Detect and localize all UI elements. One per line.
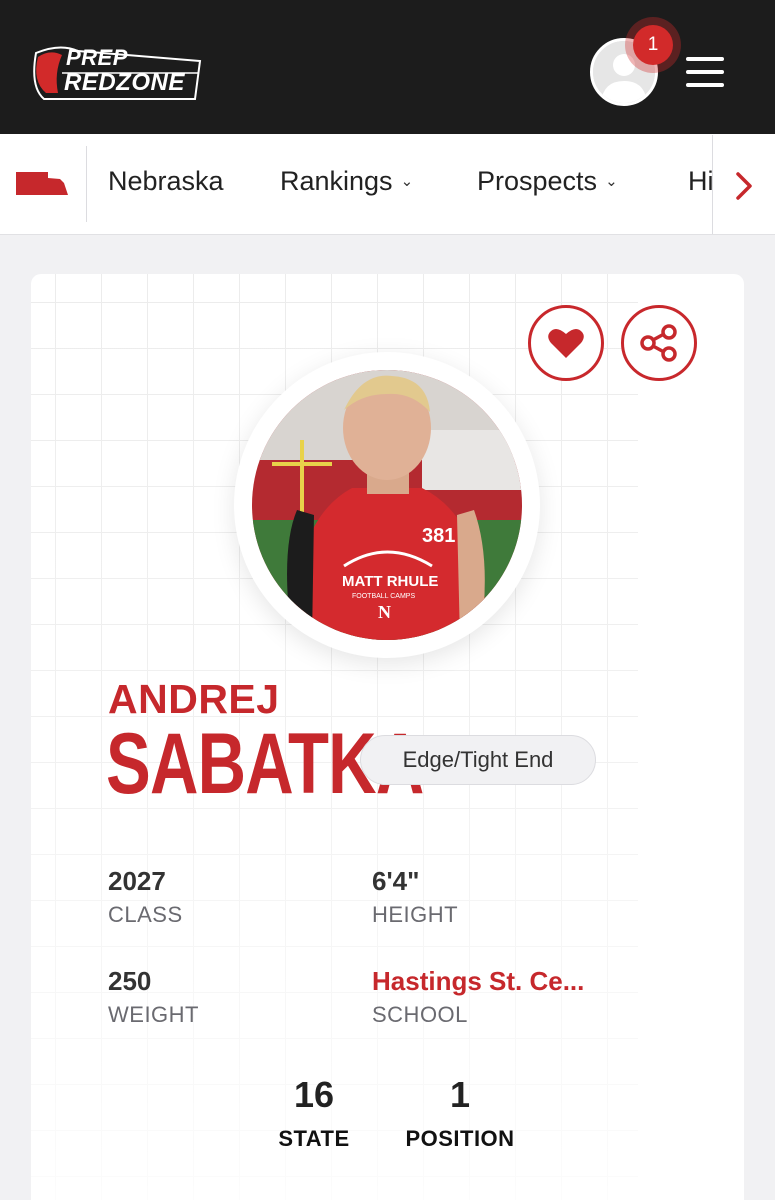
subnav-item-prospects[interactable]: Prospects ⌄ <box>477 166 618 197</box>
photo-shirt-number: 381 <box>422 525 455 547</box>
chevron-right-icon <box>736 172 752 200</box>
chevron-down-icon: ⌄ <box>400 173 414 190</box>
hamburger-menu-icon[interactable] <box>686 55 724 89</box>
logo-word-prep: PREP <box>66 45 128 70</box>
subnav-item-label: Nebraska <box>108 166 224 196</box>
weight-value: 250 <box>108 966 152 996</box>
subnav-item-rankings[interactable]: Rankings ⌄ <box>280 166 413 197</box>
subnav-divider <box>86 146 87 222</box>
position-rank-label: POSITION <box>405 1126 515 1151</box>
photo-shirt-text: MATT RHULE <box>342 573 438 590</box>
top-header: PREP REDZONE 1 <box>0 0 775 134</box>
height-value: 6'4" <box>372 866 420 896</box>
subnav-scroll-next-button[interactable] <box>712 135 775 234</box>
share-icon <box>640 324 677 362</box>
nebraska-state-icon[interactable] <box>14 170 70 201</box>
school-label: SCHOOL <box>372 1002 468 1027</box>
menu-line <box>686 70 724 74</box>
heart-icon <box>548 328 584 358</box>
subnav-item-label: Hi <box>688 166 712 196</box>
notification-badge[interactable]: 1 <box>633 25 673 65</box>
favorite-button[interactable] <box>528 305 604 381</box>
share-button[interactable] <box>621 305 697 381</box>
menu-line <box>686 57 724 61</box>
chevron-down-icon: ⌄ <box>605 173 618 190</box>
subnav-item-label: Prospects <box>477 166 598 196</box>
prep-redzone-logo[interactable]: PREP REDZONE <box>30 43 205 103</box>
height-label: HEIGHT <box>372 902 459 927</box>
subnav-item-truncated[interactable]: Hi <box>688 166 712 197</box>
class-label: CLASS <box>108 902 183 927</box>
state-rank-label: STATE <box>278 1126 350 1151</box>
position-rank-value: 1 <box>449 1074 471 1115</box>
subnav-item-nebraska[interactable]: Nebraska <box>108 166 224 197</box>
class-value: 2027 <box>108 866 166 896</box>
school-link[interactable]: Hastings St. Ce... <box>372 966 584 997</box>
logo-word-redzone: REDZONE <box>64 69 185 96</box>
player-photo: 381 MATT RHULE FOOTBALL CAMPS N <box>252 370 522 640</box>
subnav-item-label: Rankings <box>280 166 393 196</box>
menu-line <box>686 83 724 87</box>
photo-shirt-subtext: FOOTBALL CAMPS <box>352 593 415 600</box>
position-badge[interactable]: Edge/Tight End <box>360 735 596 785</box>
state-rank-value: 16 <box>293 1074 335 1115</box>
photo-shirt-letter: N <box>378 602 391 622</box>
weight-label: WEIGHT <box>108 1002 199 1027</box>
